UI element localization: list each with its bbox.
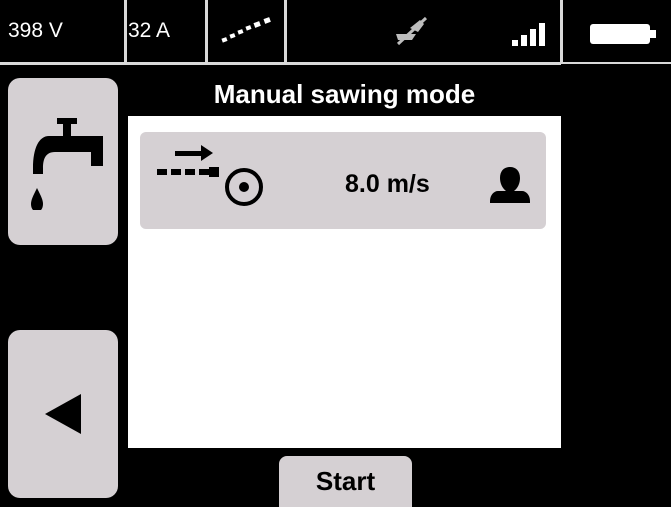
- voltage-readout: 398 V: [8, 19, 63, 42]
- feed-speed-icon: [153, 143, 271, 215]
- right-panel: [561, 64, 671, 507]
- feed-speed-value: 8.0 m/s: [345, 170, 430, 198]
- status-divider: [124, 0, 127, 64]
- water-button[interactable]: [8, 78, 118, 245]
- status-divider: [560, 0, 563, 64]
- page-title: Manual sawing mode: [128, 72, 561, 116]
- main-panel: [128, 72, 561, 448]
- battery-icon: [590, 22, 656, 46]
- status-divider: [284, 0, 287, 64]
- current-readout: 32 A: [128, 19, 171, 42]
- blade-off-icon: [390, 14, 434, 48]
- status-divider: [205, 0, 208, 64]
- cable-connection-icon: [214, 12, 276, 50]
- operator-icon: [488, 165, 532, 205]
- back-button[interactable]: [8, 330, 118, 498]
- water-tap-icon: [21, 114, 105, 210]
- start-button[interactable]: Start: [279, 456, 412, 507]
- back-arrow-icon: [43, 392, 83, 436]
- signal-strength-icon: [510, 20, 550, 48]
